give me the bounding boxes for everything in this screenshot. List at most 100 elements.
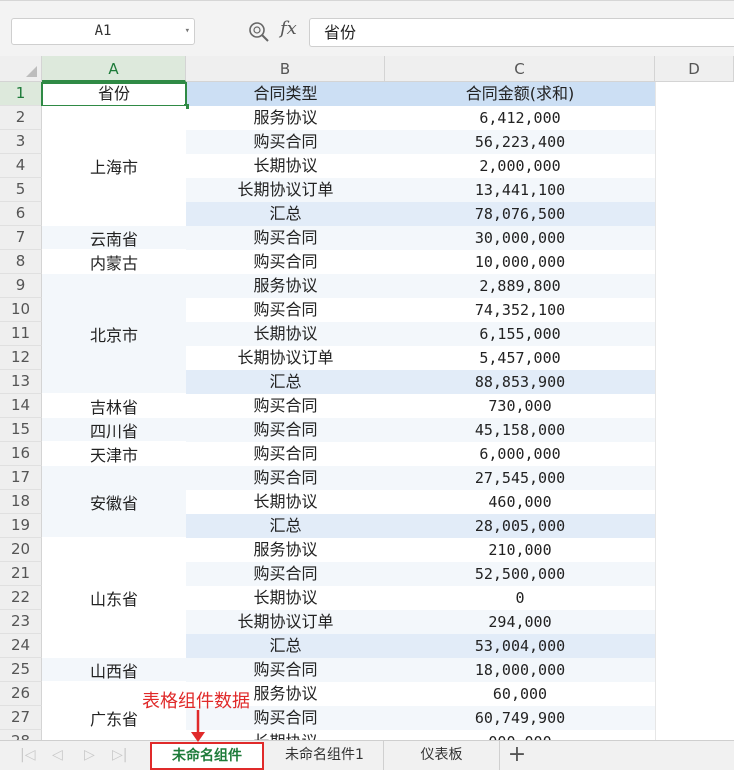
row-header[interactable]: 15 — [0, 418, 42, 442]
province-cell[interactable]: 内蒙古 — [42, 250, 186, 274]
contract-type-cell[interactable]: 购买合同 — [186, 226, 385, 250]
contract-type-cell[interactable]: 购买合同 — [186, 418, 385, 442]
row-header[interactable]: 16 — [0, 442, 42, 466]
contract-amount-cell[interactable]: 60,000 — [385, 682, 655, 706]
contract-type-cell[interactable]: 汇总 — [186, 370, 385, 394]
contract-amount-cell[interactable]: 18,000,000 — [385, 658, 655, 682]
contract-type-cell[interactable]: 汇总 — [186, 514, 385, 538]
tab-sheet-1[interactable]: 未命名组件 — [150, 742, 264, 770]
province-cell[interactable]: 吉林省 — [42, 394, 186, 418]
contract-amount-cell[interactable]: 6,155,000 — [385, 322, 655, 346]
row-header[interactable]: 9 — [0, 274, 42, 298]
row-header[interactable]: 8 — [0, 250, 42, 274]
contract-type-cell[interactable]: 长期协议订单 — [186, 178, 385, 202]
contract-amount-cell[interactable]: 74,352,100 — [385, 298, 655, 322]
formula-input[interactable]: 省份 — [309, 18, 734, 47]
row-header[interactable]: 23 — [0, 610, 42, 634]
first-sheet-icon[interactable]: |◁ — [20, 747, 35, 763]
spreadsheet-grid[interactable]: A B C D 1 省份 合同类型 合同金额(求和) 2 服务协议 6,412,00… — [0, 56, 734, 740]
chevron-down-icon[interactable]: ▾ — [185, 19, 190, 44]
contract-amount-cell[interactable]: 13,441,100 — [385, 178, 655, 202]
province-cell[interactable]: 云南省 — [42, 226, 186, 250]
contract-amount-cell[interactable]: 78,076,500 — [385, 202, 655, 226]
contract-type-cell[interactable]: 购买合同 — [186, 394, 385, 418]
contract-amount-cell[interactable]: 2,889,800 — [385, 274, 655, 298]
name-box[interactable]: A1 ▾ — [11, 18, 195, 45]
row-header[interactable]: 20 — [0, 538, 42, 562]
contract-type-cell[interactable]: 购买合同 — [186, 562, 385, 586]
row-header[interactable]: 17 — [0, 466, 42, 490]
cell-b1[interactable]: 合同类型 — [186, 82, 385, 106]
contract-amount-cell[interactable]: 460,000 — [385, 490, 655, 514]
row-header[interactable]: 25 — [0, 658, 42, 682]
row-header[interactable]: 14 — [0, 394, 42, 418]
contract-type-cell[interactable]: 服务协议 — [186, 106, 385, 130]
contract-type-cell[interactable]: 长期协议 — [186, 322, 385, 346]
row-header[interactable]: 3 — [0, 130, 42, 154]
column-header-d[interactable]: D — [655, 56, 734, 82]
contract-type-cell[interactable]: 长期协议 — [186, 586, 385, 610]
contract-type-cell[interactable]: 购买合同 — [186, 250, 385, 274]
province-cell[interactable]: 北京市 — [42, 274, 186, 394]
contract-type-cell[interactable]: 长期协议 — [186, 490, 385, 514]
row-header[interactable]: 4 — [0, 154, 42, 178]
contract-amount-cell[interactable]: 730,000 — [385, 394, 655, 418]
province-cell[interactable]: 安徽省 — [42, 466, 186, 538]
row-header[interactable]: 22 — [0, 586, 42, 610]
prev-sheet-icon[interactable]: ◁ — [52, 747, 63, 763]
contract-amount-cell[interactable]: 10,000,000 — [385, 250, 655, 274]
row-header[interactable]: 28 — [0, 730, 42, 740]
contract-amount-cell[interactable]: 6,000,000 — [385, 442, 655, 466]
row-header[interactable]: 12 — [0, 346, 42, 370]
contract-type-cell[interactable]: 长期协议订单 — [186, 610, 385, 634]
province-cell[interactable]: 四川省 — [42, 418, 186, 442]
add-sheet-icon[interactable]: + — [506, 741, 528, 768]
row-header[interactable]: 10 — [0, 298, 42, 322]
row-header[interactable]: 13 — [0, 370, 42, 394]
cell-c1[interactable]: 合同金额(求和) — [385, 82, 655, 106]
contract-type-cell[interactable]: 长期协议订单 — [186, 346, 385, 370]
contract-type-cell[interactable]: 购买合同 — [186, 658, 385, 682]
next-sheet-icon[interactable]: ▷ — [84, 747, 95, 763]
contract-amount-cell[interactable]: 88,853,900 — [385, 370, 655, 394]
contract-type-cell[interactable]: 购买合同 — [186, 442, 385, 466]
row-header[interactable]: 5 — [0, 178, 42, 202]
select-all-corner[interactable] — [0, 56, 42, 82]
row-header[interactable]: 18 — [0, 490, 42, 514]
row-header[interactable]: 27 — [0, 706, 42, 730]
contract-amount-cell[interactable]: 53,004,000 — [385, 634, 655, 658]
row-header[interactable]: 11 — [0, 322, 42, 346]
zoom-formula-icon[interactable] — [248, 21, 270, 43]
contract-amount-cell[interactable]: 45,158,000 — [385, 418, 655, 442]
tab-sheet-2[interactable]: 未命名组件1 — [266, 741, 384, 770]
contract-amount-cell[interactable]: 000,000 — [385, 730, 655, 740]
contract-type-cell[interactable]: 汇总 — [186, 634, 385, 658]
row-header[interactable]: 2 — [0, 106, 42, 130]
contract-amount-cell[interactable]: 52,500,000 — [385, 562, 655, 586]
column-header-a[interactable]: A — [42, 56, 186, 82]
contract-type-cell[interactable]: 购买合同 — [186, 298, 385, 322]
contract-amount-cell[interactable]: 60,749,900 — [385, 706, 655, 730]
contract-amount-cell[interactable]: 5,457,000 — [385, 346, 655, 370]
row-header[interactable]: 1 — [0, 82, 42, 106]
contract-amount-cell[interactable]: 28,005,000 — [385, 514, 655, 538]
column-header-c[interactable]: C — [385, 56, 655, 82]
column-header-b[interactable]: B — [186, 56, 385, 82]
contract-amount-cell[interactable]: 27,545,000 — [385, 466, 655, 490]
contract-amount-cell[interactable]: 210,000 — [385, 538, 655, 562]
contract-type-cell[interactable]: 长期协议 — [186, 154, 385, 178]
contract-type-cell[interactable]: 购买合同 — [186, 466, 385, 490]
province-cell[interactable]: 上海市 — [42, 106, 186, 226]
contract-type-cell[interactable]: 汇总 — [186, 202, 385, 226]
fx-icon[interactable]: fx — [280, 18, 297, 39]
last-sheet-icon[interactable]: ▷| — [112, 747, 127, 763]
contract-type-cell[interactable]: 购买合同 — [186, 130, 385, 154]
contract-amount-cell[interactable]: 56,223,400 — [385, 130, 655, 154]
contract-amount-cell[interactable]: 6,412,000 — [385, 106, 655, 130]
row-header[interactable]: 19 — [0, 514, 42, 538]
row-header[interactable]: 26 — [0, 682, 42, 706]
province-cell[interactable]: 天津市 — [42, 442, 186, 466]
contract-amount-cell[interactable]: 0 — [385, 586, 655, 610]
contract-amount-cell[interactable]: 30,000,000 — [385, 226, 655, 250]
contract-type-cell[interactable]: 服务协议 — [186, 274, 385, 298]
